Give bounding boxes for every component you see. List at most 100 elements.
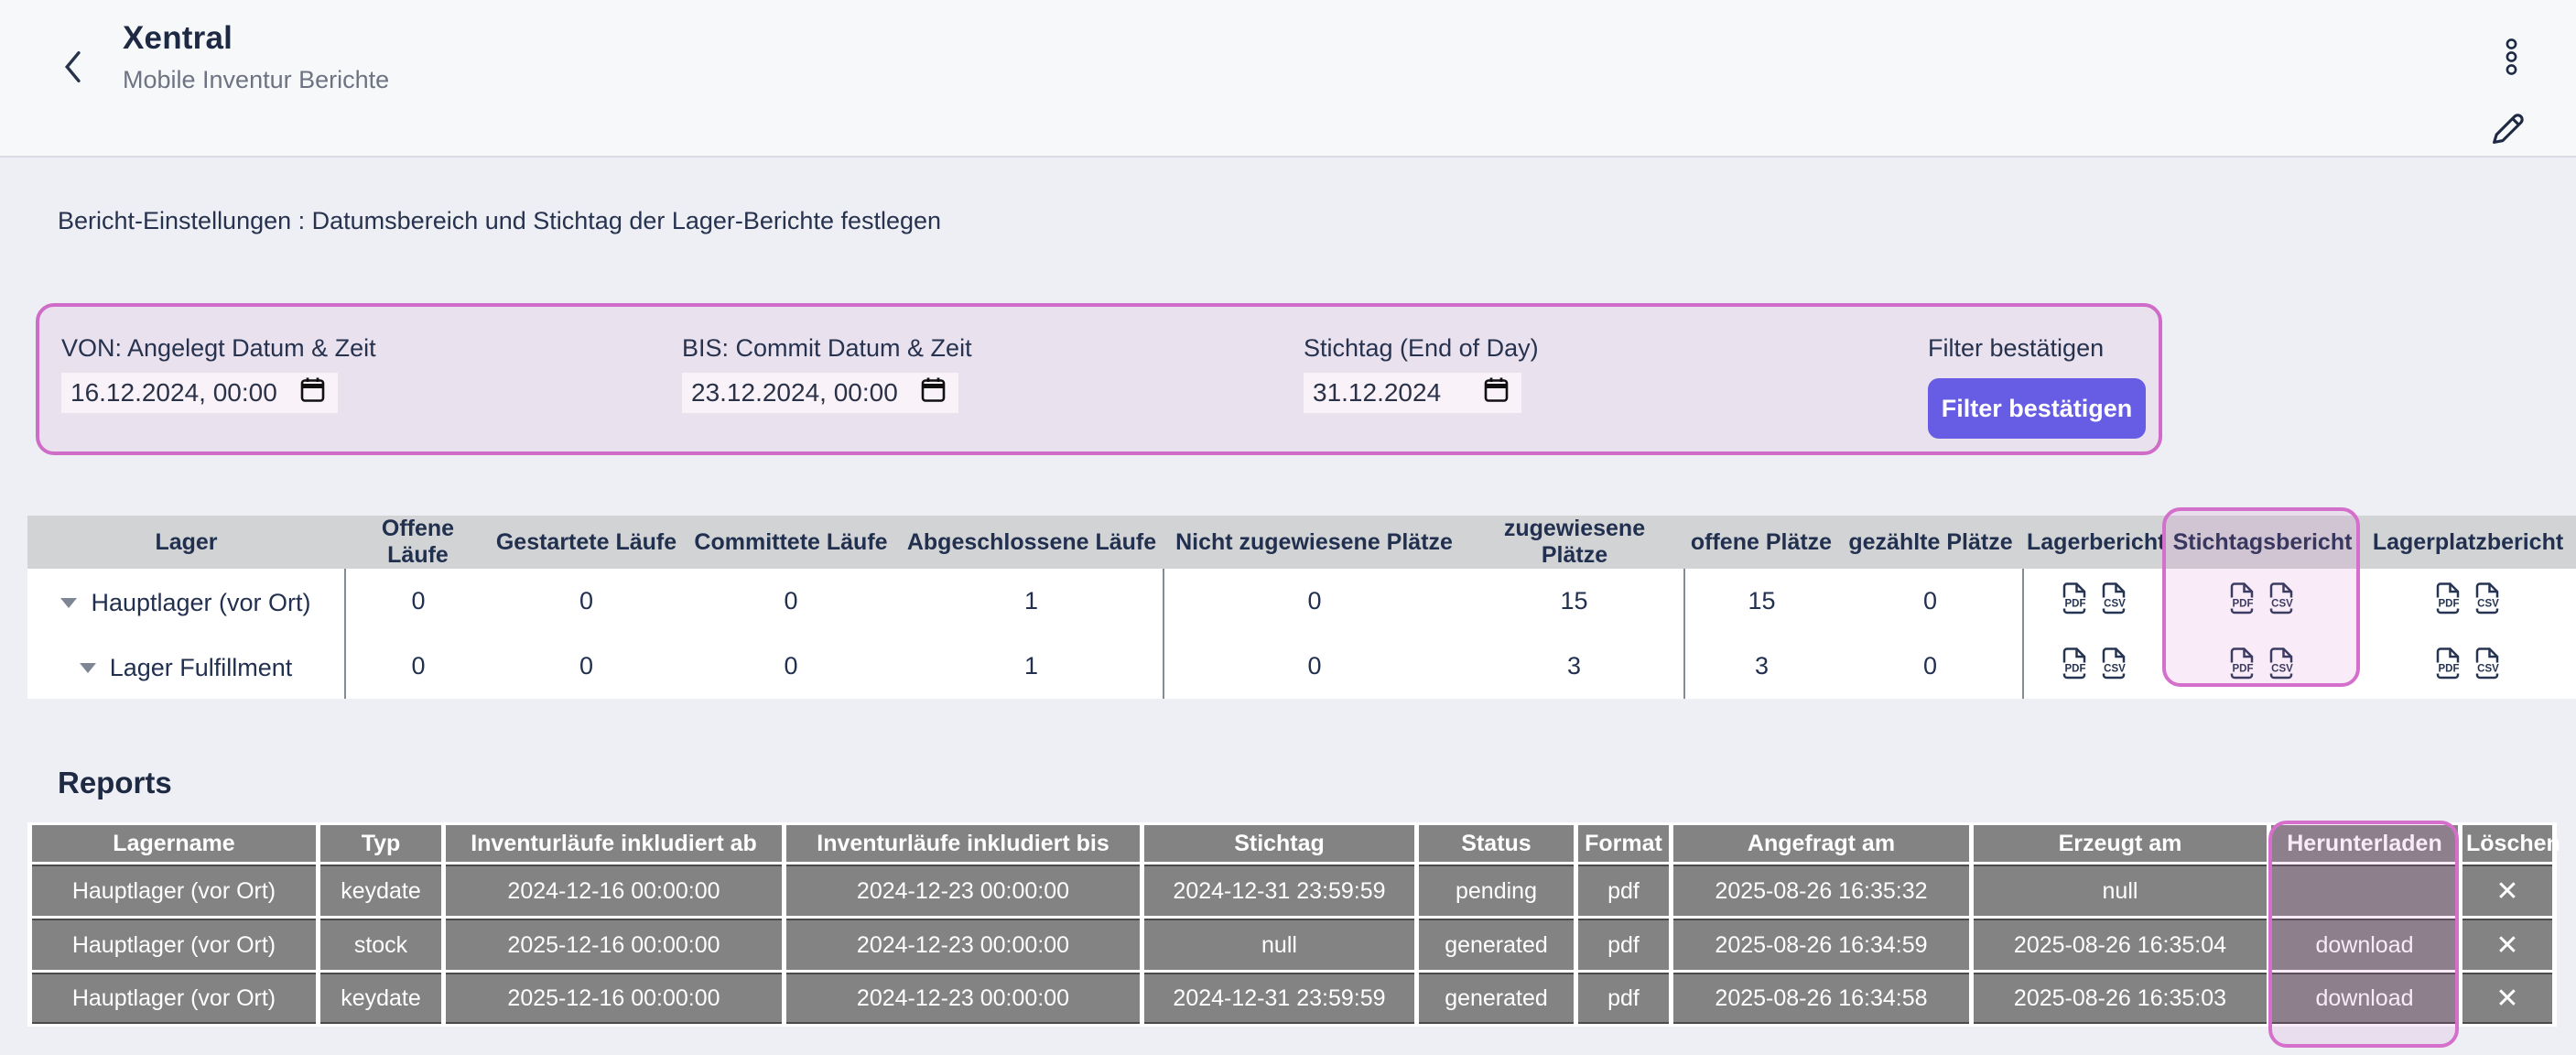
report-cell: pdf bbox=[1578, 919, 1669, 970]
lager-value-cell: 0 bbox=[1838, 569, 2023, 634]
von-date-value: 16.12.2024, 00:00 bbox=[70, 378, 277, 408]
report-cell: null bbox=[1144, 919, 1414, 970]
calendar-icon[interactable] bbox=[921, 376, 946, 409]
lager-value-cell: 3 bbox=[1465, 634, 1684, 699]
lager-value-cell: 15 bbox=[1465, 569, 1684, 634]
svg-text:PDF: PDF bbox=[2064, 663, 2085, 674]
lager-row: Hauptlager (vor Ort)0001015150PDFCSVPDFC… bbox=[27, 569, 2576, 634]
report-cell: pdf bbox=[1578, 973, 1669, 1024]
report-cell: Hauptlager (vor Ort) bbox=[32, 973, 316, 1024]
back-button[interactable] bbox=[55, 48, 92, 88]
lager-column-header: Gestartete Läufe bbox=[491, 516, 682, 569]
report-cell: 2025-08-26 16:35:04 bbox=[1974, 919, 2267, 970]
report-cell: 2024-12-31 23:59:59 bbox=[1144, 973, 1414, 1024]
report-download-cell: PDF CSV bbox=[2360, 569, 2576, 634]
report-download-cell: PDF CSV bbox=[2023, 569, 2165, 634]
csv-file-icon[interactable]: CSV bbox=[2101, 582, 2128, 615]
lager-column-header: Offene Läufe bbox=[345, 516, 491, 569]
delete-report-button[interactable]: ✕ bbox=[2495, 930, 2518, 961]
delete-cell: ✕ bbox=[2462, 973, 2552, 1024]
page: Xentral Mobile Inventur Berichte Bericht… bbox=[0, 0, 2576, 1055]
reports-column-header: Typ bbox=[320, 825, 441, 862]
report-cell: pending bbox=[1419, 865, 1574, 916]
csv-file-icon[interactable]: CSV bbox=[2474, 582, 2502, 615]
page-title: Xentral bbox=[123, 20, 389, 57]
svg-text:CSV: CSV bbox=[2477, 663, 2499, 674]
lager-value-cell: 3 bbox=[1684, 634, 1838, 699]
pdf-file-icon[interactable]: PDF bbox=[2229, 582, 2257, 615]
pdf-file-icon[interactable]: PDF bbox=[2435, 647, 2462, 680]
delete-report-button[interactable]: ✕ bbox=[2495, 984, 2518, 1014]
report-cell: 2024-12-23 00:00:00 bbox=[786, 865, 1140, 916]
edit-button[interactable] bbox=[2488, 108, 2528, 151]
lager-value-cell: 0 bbox=[1164, 569, 1465, 634]
report-cell: 2025-12-16 00:00:00 bbox=[446, 973, 782, 1024]
lager-value-cell: 0 bbox=[682, 634, 900, 699]
download-link[interactable]: download bbox=[2315, 932, 2413, 958]
lager-column-header: Lager bbox=[27, 516, 345, 569]
lager-column-header: zugewiesene Plätze bbox=[1465, 516, 1684, 569]
csv-file-icon[interactable]: CSV bbox=[2474, 647, 2502, 680]
lager-column-header: Stichtagsbericht bbox=[2165, 516, 2360, 569]
svg-text:CSV: CSV bbox=[2104, 663, 2126, 674]
report-cell: 2025-08-26 16:34:58 bbox=[1673, 973, 1969, 1024]
report-cell: Hauptlager (vor Ort) bbox=[32, 919, 316, 970]
bis-date-input[interactable]: 23.12.2024, 00:00 bbox=[682, 373, 958, 413]
reports-column-header: Erzeugt am bbox=[1974, 825, 2267, 862]
filter-panel: VON: Angelegt Datum & Zeit 16.12.2024, 0… bbox=[36, 303, 2162, 455]
expand-caret-icon[interactable] bbox=[80, 663, 96, 673]
reports-column-header: Format bbox=[1578, 825, 1669, 862]
report-cell: keydate bbox=[320, 973, 441, 1024]
settings-description: Bericht-Einstellungen : Datumsbereich un… bbox=[58, 207, 941, 235]
report-cell: keydate bbox=[320, 865, 441, 916]
lager-value-cell: 0 bbox=[345, 569, 491, 634]
csv-file-icon[interactable]: CSV bbox=[2268, 582, 2296, 615]
lager-name-cell: Lager Fulfillment bbox=[27, 634, 345, 699]
report-cell: 2024-12-23 00:00:00 bbox=[786, 919, 1140, 970]
von-date-input[interactable]: 16.12.2024, 00:00 bbox=[61, 373, 338, 413]
lager-name: Hauptlager (vor Ort) bbox=[91, 589, 310, 617]
lager-value-cell: 1 bbox=[900, 569, 1164, 634]
lager-value-cell: 15 bbox=[1684, 569, 1838, 634]
calendar-icon[interactable] bbox=[300, 376, 325, 409]
svg-text:PDF: PDF bbox=[2233, 663, 2254, 674]
title-block: Xentral Mobile Inventur Berichte bbox=[123, 20, 389, 94]
report-row: Hauptlager (vor Ort)keydate2025-12-16 00… bbox=[32, 973, 2552, 1024]
delete-report-button[interactable]: ✕ bbox=[2495, 876, 2518, 907]
reports-column-header: Status bbox=[1419, 825, 1574, 862]
stichtag-date-value: 31.12.2024 bbox=[1313, 378, 1441, 408]
report-row: Hauptlager (vor Ort)keydate2024-12-16 00… bbox=[32, 865, 2552, 916]
pdf-file-icon[interactable]: PDF bbox=[2062, 582, 2089, 615]
reports-column-header: Herunterladen bbox=[2271, 825, 2458, 862]
svg-text:CSV: CSV bbox=[2104, 598, 2126, 609]
lager-column-header: Lagerbericht bbox=[2023, 516, 2165, 569]
report-download-cell: PDF CSV bbox=[2023, 634, 2165, 699]
stichtag-date-input[interactable]: 31.12.2024 bbox=[1304, 373, 1521, 413]
svg-text:PDF: PDF bbox=[2438, 663, 2459, 674]
reports-column-header: Lagername bbox=[32, 825, 316, 862]
pdf-file-icon[interactable]: PDF bbox=[2229, 647, 2257, 680]
stichtag-label: Stichtag (End of Day) bbox=[1304, 334, 1539, 363]
report-row: Hauptlager (vor Ort)stock2025-12-16 00:0… bbox=[32, 919, 2552, 970]
lager-column-header: Committete Läufe bbox=[682, 516, 900, 569]
lager-name-cell: Hauptlager (vor Ort) bbox=[27, 569, 345, 634]
filter-confirm-label: Filter bestätigen bbox=[1928, 334, 2104, 363]
reports-column-header: Löschen bbox=[2462, 825, 2552, 862]
pdf-file-icon[interactable]: PDF bbox=[2435, 582, 2462, 615]
pdf-file-icon[interactable]: PDF bbox=[2062, 647, 2089, 680]
expand-caret-icon[interactable] bbox=[60, 598, 77, 608]
filter-confirm-button[interactable]: Filter bestätigen bbox=[1928, 378, 2146, 439]
report-cell: null bbox=[1974, 865, 2267, 916]
csv-file-icon[interactable]: CSV bbox=[2101, 647, 2128, 680]
download-link[interactable]: download bbox=[2315, 985, 2413, 1011]
kebab-menu-button[interactable] bbox=[2504, 38, 2519, 78]
svg-text:CSV: CSV bbox=[2271, 598, 2293, 609]
download-cell: download bbox=[2271, 919, 2458, 970]
von-label: VON: Angelegt Datum & Zeit bbox=[61, 334, 376, 363]
page-subtitle: Mobile Inventur Berichte bbox=[123, 66, 389, 94]
calendar-icon[interactable] bbox=[1484, 376, 1509, 409]
lager-value-cell: 0 bbox=[491, 569, 682, 634]
csv-file-icon[interactable]: CSV bbox=[2268, 647, 2296, 680]
lager-value-cell: 0 bbox=[491, 634, 682, 699]
report-cell: stock bbox=[320, 919, 441, 970]
